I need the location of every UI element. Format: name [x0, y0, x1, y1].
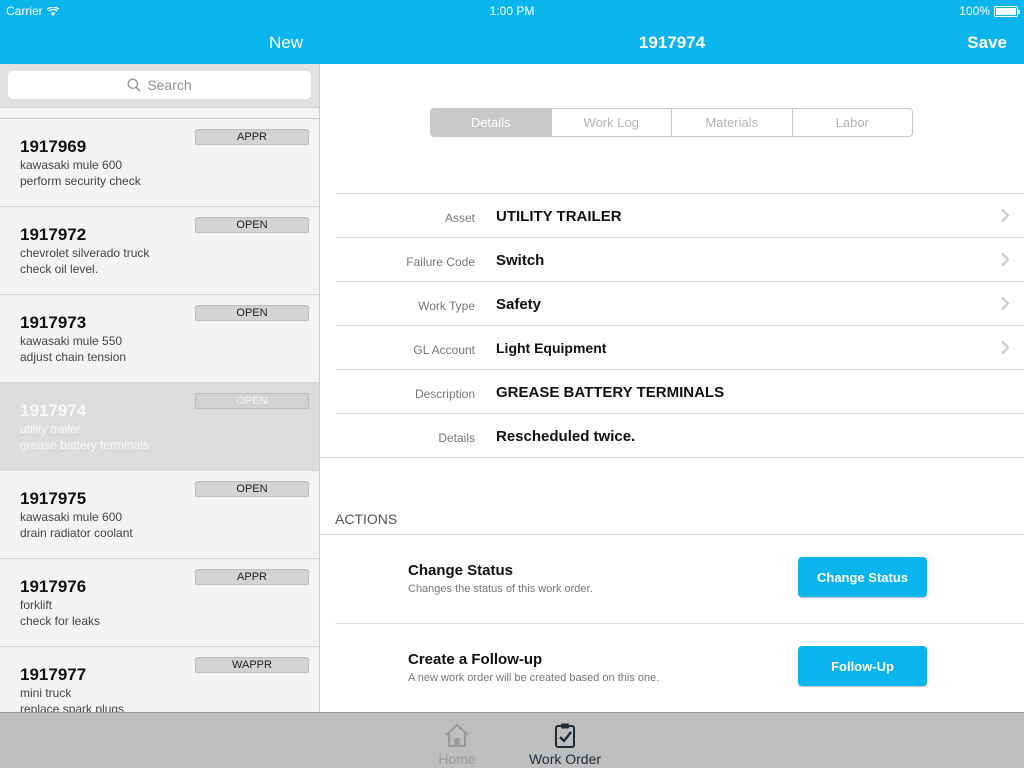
field-label: Details [438, 431, 475, 445]
status-badge: APPR [195, 129, 309, 145]
work-order-sidebar: Search 1917969 kawasaki mule 600 perform… [0, 64, 320, 712]
detail-fields: Asset UTILITY TRAILER Failure Code Switc… [320, 193, 1024, 458]
home-icon [445, 723, 469, 747]
work-order-list: 1917969 kawasaki mule 600 perform securi… [0, 118, 319, 712]
work-order-task: check for leaks [20, 614, 101, 628]
change-status-button[interactable]: Change Status [798, 557, 927, 597]
tab-bar: Home Work Order [0, 712, 1024, 768]
search-icon [127, 78, 141, 92]
clipboard-check-icon [555, 723, 575, 748]
field-label: Failure Code [406, 255, 475, 269]
tab-details[interactable]: Details [431, 109, 552, 136]
detail-tabs: Details Work Log Materials Labor [430, 108, 913, 137]
work-order-task: adjust chain tension [20, 350, 127, 364]
work-order-asset: kawasaki mule 600 [20, 158, 123, 172]
follow-up-row: Create a Follow-up A new work order will… [335, 623, 1024, 711]
work-order-asset: utility trailer [20, 422, 81, 436]
status-badge: WAPPR [195, 657, 309, 673]
tab-materials[interactable]: Materials [672, 109, 793, 136]
list-item[interactable]: 1917973 kawasaki mule 550 adjust chain t… [0, 295, 319, 383]
work-order-asset: kawasaki mule 550 [20, 334, 123, 348]
status-badge: APPR [195, 569, 309, 585]
action-title: Create a Follow-up [408, 651, 543, 668]
field-value: GREASE BATTERY TERMINALS [496, 384, 725, 401]
description-row[interactable]: Description GREASE BATTERY TERMINALS [335, 370, 1024, 414]
action-subtitle: Changes the status of this work order. [408, 583, 593, 595]
field-label: GL Account [413, 343, 475, 357]
tab-home-label: Home [438, 751, 476, 767]
work-order-task: drain radiator coolant [20, 526, 133, 540]
search-placeholder: Search [147, 77, 192, 93]
list-item[interactable]: 1917976 forklift check for leaks APPR [0, 559, 319, 647]
chevron-right-icon [1001, 208, 1010, 223]
list-item[interactable]: 1917977 mini truck replace spark plugs W… [0, 647, 319, 712]
tab-home[interactable]: Home [412, 721, 502, 767]
battery-icon [994, 5, 1020, 17]
field-value: Light Equipment [496, 340, 607, 356]
work-type-row[interactable]: Work Type Safety [335, 282, 1024, 326]
status-badge: OPEN [195, 393, 309, 409]
work-order-asset: mini truck [20, 686, 72, 700]
asset-row[interactable]: Asset UTILITY TRAILER [335, 194, 1024, 238]
top-bar: Carrier 1:00 PM 100% New 1917974 Save [0, 0, 1024, 64]
save-button[interactable]: Save [967, 33, 1007, 53]
list-item[interactable]: 1917975 kawasaki mule 600 drain radiator… [0, 471, 319, 559]
status-badge: OPEN [195, 217, 309, 233]
field-label: Description [414, 387, 475, 401]
list-item[interactable]: 1917969 kawasaki mule 600 perform securi… [0, 119, 319, 207]
page-title: 1917974 [638, 33, 706, 52]
detail-pane: Details Work Log Materials Labor Asset U… [320, 64, 1024, 712]
action-subtitle: A new work order will be created based o… [408, 672, 660, 684]
status-bar-right: 100% [959, 4, 1020, 18]
chevron-right-icon [1001, 296, 1010, 311]
field-label: Work Type [418, 299, 475, 313]
search-input[interactable]: Search [8, 71, 311, 99]
gl-account-row[interactable]: GL Account Light Equipment [335, 326, 1024, 370]
new-button[interactable]: New [269, 33, 303, 53]
failure-code-row[interactable]: Failure Code Switch [335, 238, 1024, 282]
field-value: Rescheduled twice. [496, 428, 636, 445]
actions-list: Change Status Changes the status of this… [320, 534, 1024, 711]
work-order-asset: forklift [20, 598, 53, 612]
field-value: Safety [496, 296, 542, 313]
status-badge: OPEN [195, 305, 309, 321]
chevron-right-icon [1001, 340, 1010, 355]
tab-work-order-label: Work Order [528, 751, 602, 767]
work-order-task: grease battery terminals [20, 438, 149, 452]
work-order-asset: kawasaki mule 600 [20, 510, 123, 524]
search-bar: Search [0, 64, 319, 108]
status-badge: OPEN [195, 481, 309, 497]
work-order-task: perform security check [20, 174, 141, 188]
field-value: UTILITY TRAILER [496, 208, 622, 225]
work-order-task: check oil level. [20, 262, 99, 276]
tab-labor[interactable]: Labor [793, 109, 913, 136]
field-label: Asset [444, 211, 475, 225]
field-value: Switch [496, 252, 545, 269]
action-title: Change Status [408, 562, 514, 579]
follow-up-button[interactable]: Follow-Up [798, 646, 927, 686]
details-row[interactable]: Details Rescheduled twice. [320, 414, 1024, 458]
tab-work-order[interactable]: Work Order [520, 721, 610, 767]
work-order-asset: chevrolet silverado truck [20, 246, 150, 260]
work-order-task: replace spark plugs [20, 702, 125, 712]
status-time: 1:00 PM [489, 4, 535, 18]
list-item[interactable]: 1917972 chevrolet silverado truck check … [0, 207, 319, 295]
list-item-selected[interactable]: 1917974 utility trailer grease battery t… [0, 383, 319, 471]
battery-percent: 100% [959, 4, 990, 18]
change-status-row: Change Status Changes the status of this… [320, 535, 1024, 623]
actions-header: ACTIONS [335, 511, 398, 527]
chevron-right-icon [1001, 252, 1010, 267]
tab-work-log[interactable]: Work Log [552, 109, 672, 136]
